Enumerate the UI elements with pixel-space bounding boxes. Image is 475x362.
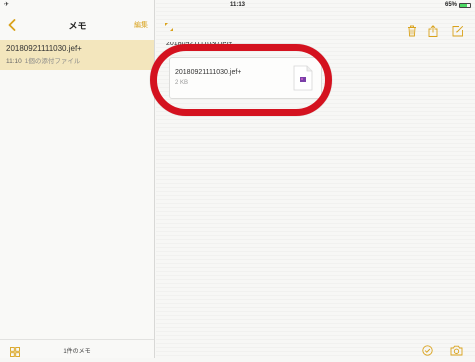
sidebar-title: メモ [68,21,87,31]
editor-toolbar [156,11,475,38]
trash-icon[interactable] [407,24,417,42]
note-attachment-count: 1個の添付ファイル [24,58,81,65]
note-subtitle: 11:10 1個の添付ファイル [6,55,148,65]
expand-icon[interactable] [164,19,174,37]
notes-sidebar: メモ 編集 20180921111030.jef+ 11:10 1個の添付ファイル… [0,0,155,358]
note-time: 11:10 [6,58,22,65]
highlight-ring-annotation [150,44,332,116]
camera-icon[interactable] [450,343,463,361]
status-bar: ✈ 11:13 65% [0,0,475,11]
edit-button[interactable]: 編集 [134,20,148,30]
battery-status: 65% [445,0,471,11]
battery-icon [459,3,471,8]
note-count-label: 1件のメモ [63,349,91,355]
note-list-item[interactable]: 20180921111030.jef+ 11:10 1個の添付ファイル [0,40,154,70]
battery-percent: 65% [444,2,457,8]
status-time: 11:13 [229,2,245,8]
note-editor: 20180921111030.jef+ 20180921111030.jef+ … [150,0,475,361]
compose-icon[interactable] [452,24,464,42]
share-icon[interactable] [428,24,438,42]
checklist-icon[interactable] [422,343,433,361]
sidebar-nav-bar: メモ 編集 [0,11,155,38]
sidebar-bottom-toolbar: 1件のメモ [0,339,154,358]
note-title: 20180921111030.jef+ [6,44,82,53]
